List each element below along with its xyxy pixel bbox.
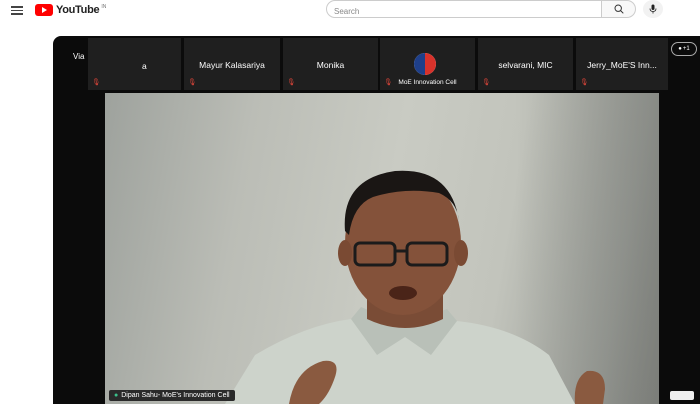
participant-name: a — [142, 61, 147, 71]
video-side-margin — [659, 93, 700, 404]
participant-tile[interactable]: MoE Innovation Cell 🎙 — [380, 38, 475, 90]
participant-tile[interactable]: Monika 🎙 — [283, 38, 378, 90]
moe-innovation-cell-logo — [414, 53, 436, 75]
speaker-figure — [225, 170, 605, 404]
search-icon — [613, 4, 624, 14]
muted-mic-icon: 🎙 — [482, 79, 491, 86]
search-button[interactable] — [602, 0, 636, 18]
logo-country-code: IN — [101, 4, 107, 10]
participant-tile[interactable]: selvarani, MIC 🎙 — [478, 38, 573, 90]
muted-mic-icon: 🎙 — [92, 79, 101, 86]
youtube-play-icon — [35, 4, 53, 16]
logo-text: YouTube — [56, 4, 100, 16]
participant-strip: Via webex by CISCO a 🎙 Mayur Kalasariya … — [53, 36, 700, 93]
participant-name: selvarani, MIC — [498, 60, 553, 70]
search-box — [326, 0, 602, 20]
participant-name: Mayur Kalasariya — [199, 60, 265, 70]
speaker-name: Dipan Sahu- MoE's Innovation Cell — [121, 392, 230, 399]
participant-name: Monika — [316, 60, 345, 70]
channel-watermark — [670, 391, 694, 400]
menu-icon[interactable] — [11, 4, 23, 15]
mic-icon — [649, 4, 657, 14]
person-icon: ● — [678, 46, 682, 52]
speaker-name-tag: ● Dipan Sahu- MoE's Innovation Cell — [109, 390, 235, 401]
muted-mic-icon: 🎙 — [188, 79, 197, 86]
youtube-logo[interactable]: YouTube IN — [35, 3, 106, 17]
muted-mic-icon: 🎙 — [384, 79, 393, 86]
voice-search-button[interactable] — [643, 0, 663, 18]
participant-tile[interactable]: a 🎙 — [88, 38, 181, 90]
top-bar: YouTube IN — [0, 0, 700, 20]
participant-name: MoE Innovation Cell — [398, 79, 457, 86]
participant-count: +1 — [682, 46, 690, 52]
participant-tile[interactable]: Mayur Kalasariya 🎙 — [184, 38, 280, 90]
via-label: Via — [73, 52, 85, 61]
muted-mic-icon: 🎙 — [287, 79, 296, 86]
participant-tile[interactable]: Jerry_MoE'S Inn... 🎙 — [576, 38, 668, 90]
mic-active-icon: ● — [114, 392, 119, 399]
participant-count-button[interactable]: ● +1 — [671, 42, 697, 56]
video-player[interactable]: Via webex by CISCO a 🎙 Mayur Kalasariya … — [53, 36, 700, 404]
active-speaker-video[interactable]: ● Dipan Sahu- MoE's Innovation Cell — [105, 93, 659, 404]
participant-name: Jerry_MoE'S Inn... — [587, 60, 657, 70]
muted-mic-icon: 🎙 — [580, 79, 589, 86]
search-input[interactable] — [327, 3, 594, 20]
